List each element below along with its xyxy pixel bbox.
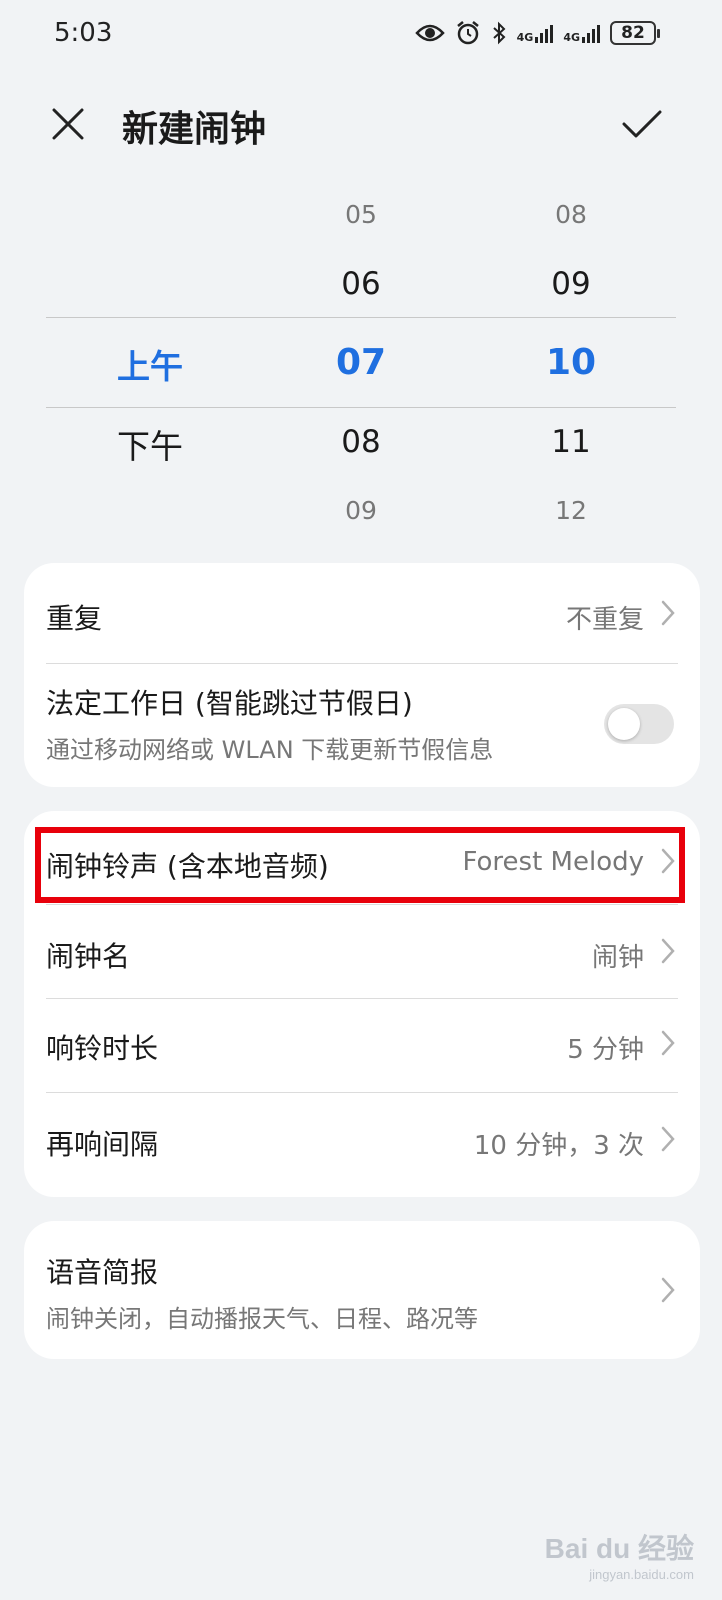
workday-row: 法定工作日 (智能跳过节假日) 通过移动网络或 WLAN 下载更新节假信息: [24, 664, 700, 787]
chevron-right-icon: [661, 1030, 675, 1056]
network-type-2: 4G: [563, 31, 580, 44]
minute-selected[interactable]: 10: [546, 342, 596, 383]
chevron-right-icon: [661, 1126, 675, 1152]
ring-duration-value: 5 分钟: [567, 1035, 644, 1065]
watermark: Bai du 经验 jingyan.baidu.com: [545, 1527, 694, 1582]
watermark-url: jingyan.baidu.com: [589, 1567, 694, 1582]
repeat-value: 不重复: [565, 605, 644, 635]
check-icon[interactable]: [620, 104, 664, 144]
page-title: 新建闹钟: [122, 109, 267, 150]
hour-option[interactable]: 09: [345, 496, 377, 525]
settings-card-briefing: 语音简报 闹钟关闭，自动播报天气、日程、路况等: [24, 1221, 700, 1359]
ring-duration-row[interactable]: 响铃时长 5 分钟: [24, 999, 700, 1092]
eye-icon: [414, 24, 445, 42]
annotation-highlight-box: [35, 827, 685, 903]
network-type-1: 4G: [516, 31, 534, 44]
snooze-row[interactable]: 再响间隔 10 分钟，3 次: [24, 1093, 700, 1197]
close-icon[interactable]: [48, 104, 88, 144]
workday-label: 法定工作日 (智能跳过节假日): [46, 687, 413, 720]
alarm-name-row[interactable]: 闹钟名 闹钟: [24, 905, 700, 998]
minute-option[interactable]: 09: [551, 266, 590, 302]
ring-duration-label: 响铃时长: [46, 1032, 159, 1065]
watermark-logo: Bai du 经验: [544, 1533, 694, 1564]
header: 新建闹钟: [0, 90, 722, 160]
signal-1-icon: 4G: [517, 23, 554, 43]
snooze-label: 再响间隔: [46, 1128, 159, 1161]
time-picker[interactable]: 上午 下午 05 06 07 08 09 08 09 10 11 12: [0, 190, 722, 540]
snooze-value: 10 分钟，3 次: [473, 1131, 644, 1161]
alarm-name-value: 闹钟: [591, 943, 644, 973]
alarm-icon: [456, 21, 479, 45]
hour-option[interactable]: 08: [341, 424, 380, 460]
chevron-right-icon: [661, 600, 675, 626]
hour-option[interactable]: 05: [345, 200, 377, 229]
picker-top-line: [46, 317, 676, 318]
chevron-right-icon: [661, 938, 675, 964]
battery-indicator: 82: [610, 21, 660, 45]
minute-option[interactable]: 11: [551, 424, 590, 460]
bluetooth-icon: [492, 21, 506, 45]
ampm-am[interactable]: 上午: [117, 340, 183, 388]
minute-option[interactable]: 12: [555, 496, 587, 525]
minute-option[interactable]: 08: [555, 200, 587, 229]
ampm-pm[interactable]: 下午: [117, 420, 183, 468]
voice-briefing-label: 语音简报: [46, 1256, 159, 1289]
workday-description: 通过移动网络或 WLAN 下载更新节假信息: [46, 736, 494, 764]
status-bar: 5:03 4G 4G 82: [0, 0, 722, 72]
voice-briefing-description: 闹钟关闭，自动播报天气、日程、路况等: [46, 1305, 478, 1333]
hour-selected[interactable]: 07: [336, 342, 386, 383]
alarm-name-label: 闹钟名: [46, 940, 131, 973]
status-icons: 4G 4G 82: [414, 20, 660, 46]
workday-toggle[interactable]: [604, 704, 674, 744]
chevron-right-icon: [661, 1277, 675, 1303]
repeat-row[interactable]: 重复 不重复: [24, 563, 700, 663]
voice-briefing-row[interactable]: 语音简报 闹钟关闭，自动播报天气、日程、路况等: [24, 1221, 700, 1359]
repeat-label: 重复: [46, 602, 103, 635]
hour-option[interactable]: 06: [341, 266, 380, 302]
toggle-knob: [608, 708, 640, 740]
status-time: 5:03: [54, 18, 113, 48]
settings-card-basic: 重复 不重复 法定工作日 (智能跳过节假日) 通过移动网络或 WLAN 下载更新…: [24, 563, 700, 787]
picker-bottom-line: [46, 407, 676, 408]
signal-2-icon: 4G: [563, 23, 600, 43]
